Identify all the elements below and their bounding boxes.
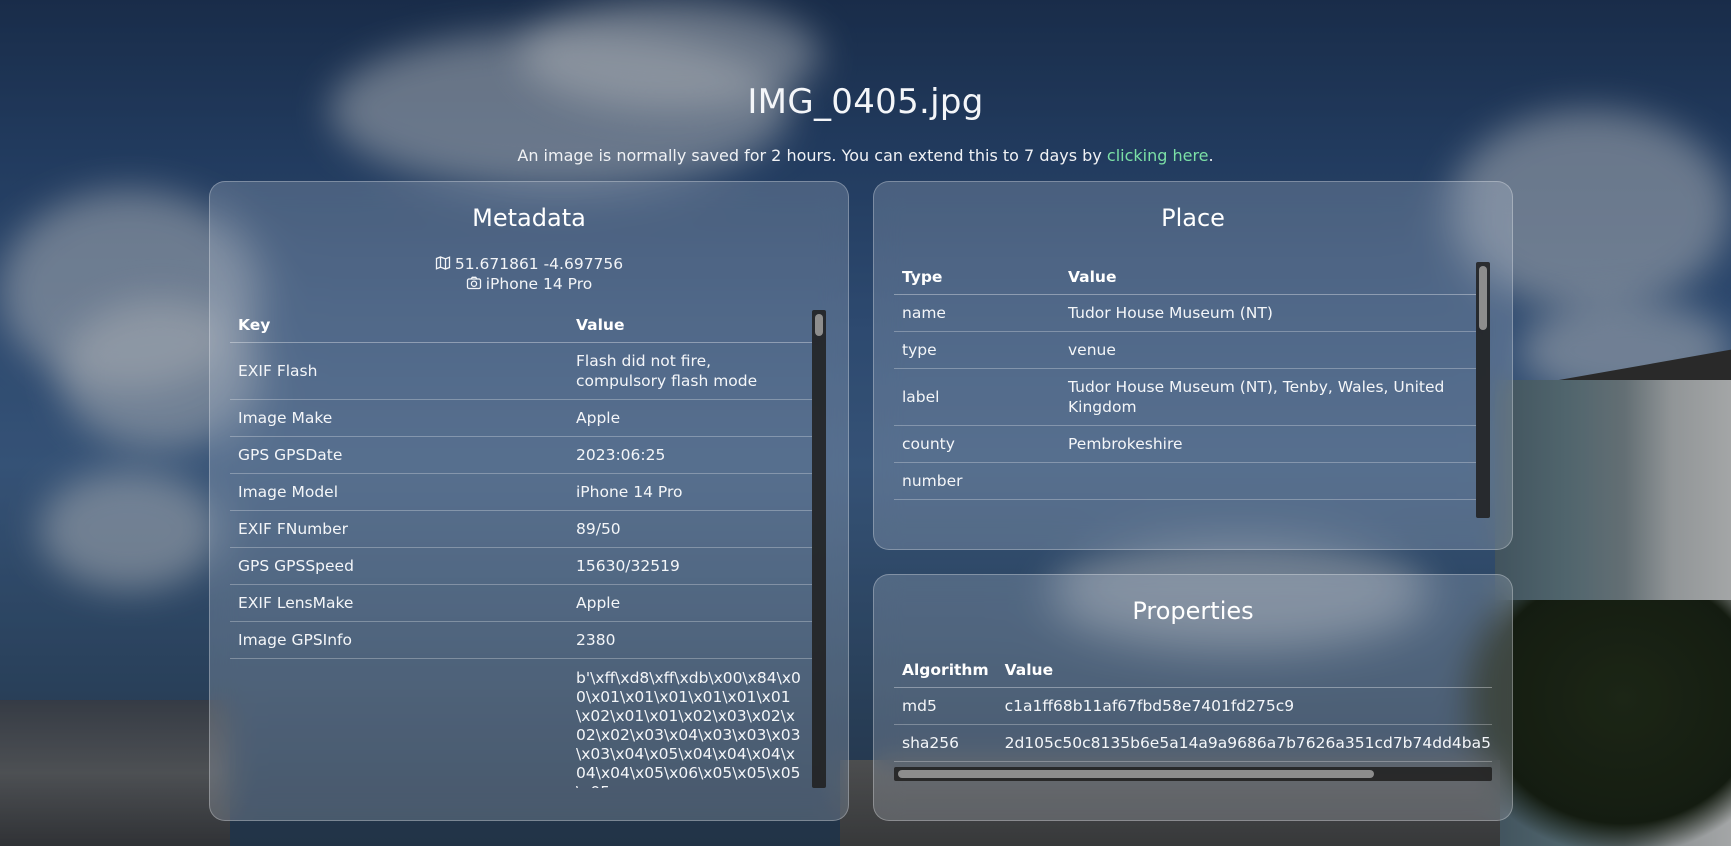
place-value: Pembrokeshire — [1060, 425, 1476, 463]
metadata-scrollbar-thumb[interactable] — [815, 314, 823, 336]
coordinates-line: 51.671861 -4.697756 — [210, 254, 848, 274]
place-type: number — [894, 462, 1060, 500]
metadata-value: 2380 — [568, 621, 812, 659]
metadata-value: 2023:06:25 — [568, 436, 812, 474]
properties-panel: Properties Algorithm Value md5 c1a1ff68b… — [873, 574, 1513, 821]
coordinates-text: 51.671861 -4.697756 — [454, 255, 624, 273]
metadata-value: iPhone 14 Pro — [568, 473, 812, 511]
table-header-row: Key Value — [230, 310, 812, 343]
place-table: Type Value name Tudor House Museum (NT) … — [894, 262, 1476, 500]
table-row: Image Make Apple — [230, 399, 812, 437]
table-row: county Pembrokeshire — [894, 425, 1476, 463]
hash-value: 2d105c50c8135b6e5a14a9a9686a7b7626a351cd… — [996, 724, 1492, 762]
device-text: iPhone 14 Pro — [485, 275, 593, 293]
metadata-key: GPS GPSDate — [230, 436, 568, 474]
metadata-value: Apple — [568, 399, 812, 437]
column-header-value: Value — [996, 655, 1492, 688]
metadata-table-container[interactable]: Key Value EXIF Flash Flash did not fire,… — [230, 310, 812, 788]
place-type: county — [894, 425, 1060, 463]
metadata-title: Metadata — [472, 204, 586, 232]
table-row: sha256 2d105c50c8135b6e5a14a9a9686a7b762… — [894, 724, 1492, 762]
retention-notice: An image is normally saved for 2 hours. … — [0, 146, 1731, 165]
table-row: GPS GPSDate 2023:06:25 — [230, 436, 812, 474]
table-row: EXIF Flash Flash did not fire, compulsor… — [230, 342, 812, 400]
retention-notice-suffix: . — [1208, 146, 1214, 165]
metadata-key — [230, 658, 568, 788]
table-row: Image Model iPhone 14 Pro — [230, 473, 812, 511]
table-row: EXIF FNumber 89/50 — [230, 510, 812, 548]
place-value — [1060, 462, 1476, 500]
properties-scrollbar-thumb[interactable] — [898, 770, 1374, 778]
metadata-key: GPS GPSSpeed — [230, 547, 568, 585]
column-header-value: Value — [568, 310, 812, 343]
properties-horizontal-scrollbar[interactable] — [894, 767, 1492, 781]
page-title: IMG_0405.jpg — [747, 82, 984, 122]
column-header-type: Type — [894, 262, 1060, 295]
metadata-value: Flash did not fire, compulsory flash mod… — [568, 342, 812, 400]
column-header-algorithm: Algorithm — [894, 655, 997, 688]
properties-table-container[interactable]: Algorithm Value md5 c1a1ff68b11af67fbd58… — [894, 655, 1492, 767]
metadata-key: EXIF LensMake — [230, 584, 568, 622]
place-scrollbar-thumb[interactable] — [1479, 266, 1487, 330]
metadata-key: Image GPSInfo — [230, 621, 568, 659]
extend-retention-link[interactable]: clicking here — [1107, 146, 1209, 165]
device-line: iPhone 14 Pro — [210, 274, 848, 294]
table-row: Image GPSInfo 2380 — [230, 621, 812, 659]
table-row: EXIF LensMake Apple — [230, 584, 812, 622]
metadata-key: EXIF FNumber — [230, 510, 568, 548]
metadata-value: Apple — [568, 584, 812, 622]
place-type: type — [894, 331, 1060, 369]
column-header-value: Value — [1060, 262, 1476, 295]
table-row: b'\xff\xd8\xff\xdb\x00\x84\x00\x01\x01\x… — [230, 658, 812, 788]
metadata-summary: 51.671861 -4.697756 iPhone 14 Pro — [210, 254, 848, 294]
metadata-key: Image Make — [230, 399, 568, 437]
place-type: name — [894, 294, 1060, 332]
camera-icon — [466, 276, 481, 290]
hash-algorithm: sha256 — [894, 724, 997, 762]
metadata-value: 89/50 — [568, 510, 812, 548]
metadata-panel: Metadata 51.671861 -4.697756 iPhone 14 P… — [209, 181, 849, 821]
metadata-key: Image Model — [230, 473, 568, 511]
place-type: label — [894, 368, 1060, 426]
hash-value: c1a1ff68b11af67fbd58e7401fd275c9 — [996, 687, 1492, 725]
metadata-scrollbar[interactable] — [812, 310, 826, 788]
table-row: number — [894, 462, 1476, 500]
place-value: Tudor House Museum (NT), Tenby, Wales, U… — [1060, 368, 1476, 426]
table-header-row: Type Value — [894, 262, 1476, 295]
map-icon — [435, 256, 450, 270]
metadata-key: EXIF Flash — [230, 342, 568, 400]
table-row: name Tudor House Museum (NT) — [894, 294, 1476, 332]
properties-title: Properties — [1132, 597, 1254, 625]
column-header-key: Key — [230, 310, 568, 343]
table-row: label Tudor House Museum (NT), Tenby, Wa… — [894, 368, 1476, 426]
place-title: Place — [1161, 204, 1225, 232]
properties-table: Algorithm Value md5 c1a1ff68b11af67fbd58… — [894, 655, 1492, 762]
place-scrollbar[interactable] — [1476, 262, 1490, 518]
hash-algorithm: md5 — [894, 687, 997, 725]
place-value: venue — [1060, 331, 1476, 369]
metadata-value: b'\xff\xd8\xff\xdb\x00\x84\x00\x01\x01\x… — [568, 658, 812, 788]
table-header-row: Algorithm Value — [894, 655, 1492, 688]
metadata-value: 15630/32519 — [568, 547, 812, 585]
table-row: GPS GPSSpeed 15630/32519 — [230, 547, 812, 585]
retention-notice-text: An image is normally saved for 2 hours. … — [517, 146, 1107, 165]
table-row: md5 c1a1ff68b11af67fbd58e7401fd275c9 — [894, 687, 1492, 725]
place-panel: Place Type Value name Tudor House Museum… — [873, 181, 1513, 550]
metadata-table: Key Value EXIF Flash Flash did not fire,… — [230, 310, 812, 788]
place-value: Tudor House Museum (NT) — [1060, 294, 1476, 332]
table-row: type venue — [894, 331, 1476, 369]
place-table-container[interactable]: Type Value name Tudor House Museum (NT) … — [894, 262, 1476, 518]
